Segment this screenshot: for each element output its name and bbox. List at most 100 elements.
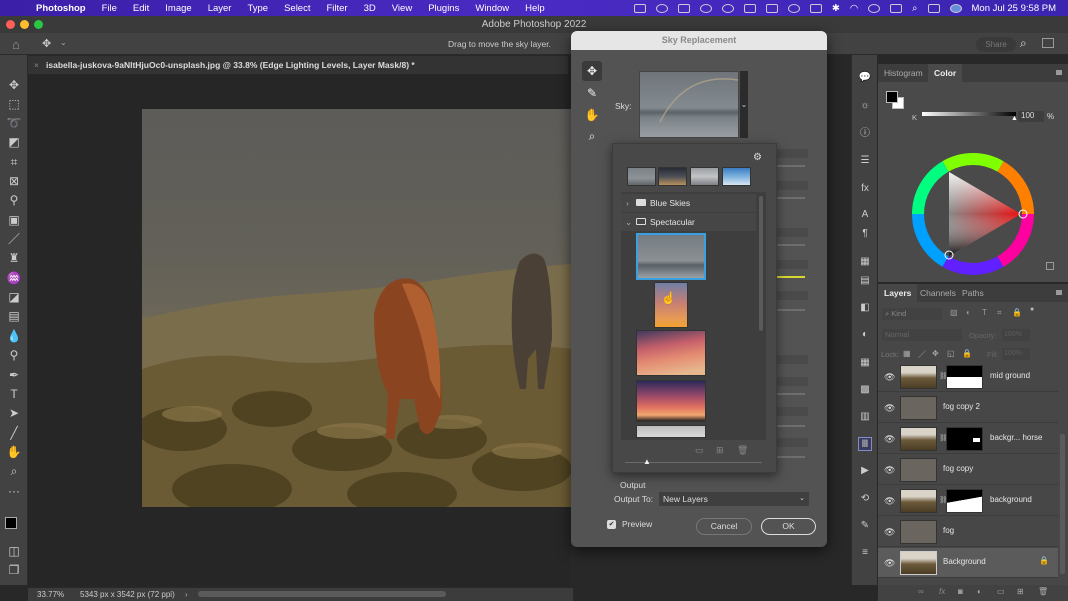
recent-sky-thumbnail[interactable] (627, 167, 656, 186)
sky-preset-pink-clouds[interactable] (636, 330, 706, 376)
layer-name[interactable]: background (990, 495, 1032, 504)
layer-name[interactable]: Background (943, 557, 986, 566)
gear-icon[interactable]: ⚙ (753, 152, 762, 163)
visibility-eye-icon[interactable]: 👁 (884, 496, 895, 507)
layer-row[interactable]: 👁 ⛓ backgr... horse (878, 424, 1058, 454)
brush-tool-icon[interactable]: ／ (6, 231, 22, 247)
zoom-level[interactable]: 33.77% (37, 588, 64, 601)
lasso-tool-icon[interactable]: ➰ (6, 115, 22, 131)
layer-name[interactable]: backgr... horse (990, 433, 1042, 442)
layer-mask-thumbnail[interactable] (946, 365, 983, 389)
layers-scrollbar[interactable] (1060, 434, 1065, 574)
recent-sky-thumbnail[interactable] (658, 167, 687, 186)
control-slider[interactable] (777, 165, 805, 167)
maximize-window-button[interactable] (34, 20, 43, 29)
menu-help[interactable]: Help (517, 3, 553, 14)
new-folder-icon[interactable]: ▭ (695, 445, 704, 456)
visibility-eye-icon[interactable]: 👁 (884, 403, 895, 414)
folder-spectacular[interactable]: ⌄ Spectacular (621, 213, 756, 231)
lock-position-icon[interactable]: ✥ (932, 349, 939, 358)
share-button[interactable]: Share (976, 37, 1016, 52)
link-layers-icon[interactable]: ∞ (918, 587, 924, 596)
control-field[interactable] (776, 407, 808, 416)
filter-pixel-icon[interactable]: ▨ (950, 308, 958, 317)
hand-tool-icon[interactable]: ✋ (582, 105, 602, 125)
layer-row[interactable]: 👁 fog (878, 517, 1058, 547)
control-field[interactable] (776, 228, 808, 237)
menu-app[interactable]: Photoshop (28, 3, 94, 14)
control-slider[interactable] (777, 197, 805, 199)
lock-artboard-icon[interactable]: ◱ (947, 349, 955, 358)
close-window-button[interactable] (6, 20, 15, 29)
layer-lock-icon[interactable]: 🔒 (1039, 556, 1049, 565)
sky-preset-sunset-vertical[interactable] (654, 282, 688, 328)
close-tab-icon[interactable]: × (34, 56, 39, 74)
color-adjust-icon[interactable]: ◐ (858, 328, 872, 342)
filter-shape-icon[interactable]: ⌗ (997, 308, 1002, 318)
layer-name[interactable]: mid ground (990, 371, 1030, 380)
menu-layer[interactable]: Layer (200, 3, 240, 14)
layer-row[interactable]: 👁 ⛓ background (878, 486, 1058, 516)
move-tool-icon[interactable]: ✥ (6, 77, 22, 93)
control-field[interactable] (776, 181, 808, 190)
gradients-icon[interactable]: ▥ (858, 410, 872, 424)
layer-row[interactable]: 👁 fog copy 2 (878, 393, 1058, 423)
swatches-icon[interactable]: ▦ (858, 356, 872, 370)
k-slider-handle[interactable]: ▲ (1011, 115, 1018, 122)
tab-channels[interactable]: Channels (914, 284, 962, 302)
control-slider[interactable] (777, 244, 805, 246)
new-group-icon[interactable]: ▭ (997, 587, 1005, 596)
keyboard-icon[interactable] (890, 3, 903, 13)
document-canvas-image[interactable] (142, 109, 572, 507)
delete-preset-icon[interactable]: 🗑 (737, 445, 748, 456)
line-tool-icon[interactable]: ╱ (6, 425, 22, 441)
k-value-field[interactable]: 100 (1018, 111, 1044, 122)
type-tool-icon[interactable]: T (6, 386, 22, 402)
tab-paths[interactable]: Paths (956, 284, 990, 302)
add-mask-icon[interactable]: ◙ (958, 587, 963, 596)
airplay-icon[interactable] (743, 3, 756, 13)
tab-layers[interactable]: Layers (878, 284, 918, 302)
layer-row[interactable]: 👁 ⛓ mid ground (878, 362, 1058, 392)
properties-icon[interactable]: ◧ (858, 301, 872, 315)
menu-filter[interactable]: Filter (318, 3, 355, 14)
color-panel-expand-icon[interactable] (1046, 262, 1054, 270)
layer-row[interactable]: 👁 fog copy (878, 455, 1058, 485)
history-brush-tool-icon[interactable]: ♒ (6, 270, 22, 286)
siri-icon[interactable] (949, 3, 962, 13)
layout-icon[interactable] (809, 3, 822, 13)
adjustment-sliders-icon[interactable]: ≡ (858, 546, 872, 560)
new-preset-icon[interactable]: ⊞ (716, 445, 724, 456)
document-tab[interactable]: × isabella-juskova-9aNltHjuOc0-unsplash.… (28, 56, 568, 74)
menu-file[interactable]: File (94, 3, 125, 14)
visibility-eye-icon[interactable]: 👁 (884, 434, 895, 445)
dropbox-icon[interactable] (677, 3, 690, 13)
character-icon[interactable]: A (858, 208, 872, 222)
paragraph-icon[interactable]: ¶ (858, 227, 872, 241)
blur-tool-icon[interactable]: 💧 (6, 328, 22, 344)
object-selection-tool-icon[interactable]: ◩ (6, 134, 22, 150)
visibility-eye-icon[interactable]: 👁 (884, 527, 895, 538)
eyedropper-tool-icon[interactable]: ⚲ (6, 192, 22, 208)
user-icon[interactable] (868, 3, 881, 13)
tab-histogram[interactable]: Histogram (878, 64, 929, 82)
horizontal-scrollbar[interactable] (198, 591, 446, 597)
actions-play-icon[interactable]: ▶ (858, 464, 872, 478)
color-wheel[interactable] (911, 152, 1035, 276)
gradient-tool-icon[interactable]: ▤ (6, 308, 22, 324)
quick-mask-icon[interactable]: ◫ (6, 543, 22, 559)
lock-pixels-icon[interactable]: ／ (918, 349, 926, 360)
control-slider[interactable] (777, 456, 805, 458)
cancel-button[interactable]: Cancel (696, 518, 752, 535)
menu-view[interactable]: View (384, 3, 420, 14)
zoom-tool-icon[interactable]: ⌕ (6, 463, 22, 479)
document-tab-title[interactable]: isabella-juskova-9aNltHjuOc0-unsplash.jp… (46, 56, 415, 74)
gauge-icon[interactable] (787, 3, 800, 13)
move-tool-icon[interactable]: ✥ (42, 37, 51, 50)
layer-filter-input[interactable]: ⌕ Kind (882, 308, 942, 320)
channels-mixer-icon[interactable]: Ⅲ (858, 437, 872, 451)
workspace-icon[interactable] (1042, 38, 1054, 48)
control-slider-active[interactable] (777, 276, 805, 278)
healing-brush-tool-icon[interactable]: ▣ (6, 212, 22, 228)
new-layer-icon[interactable]: ⊞ (1017, 587, 1024, 596)
